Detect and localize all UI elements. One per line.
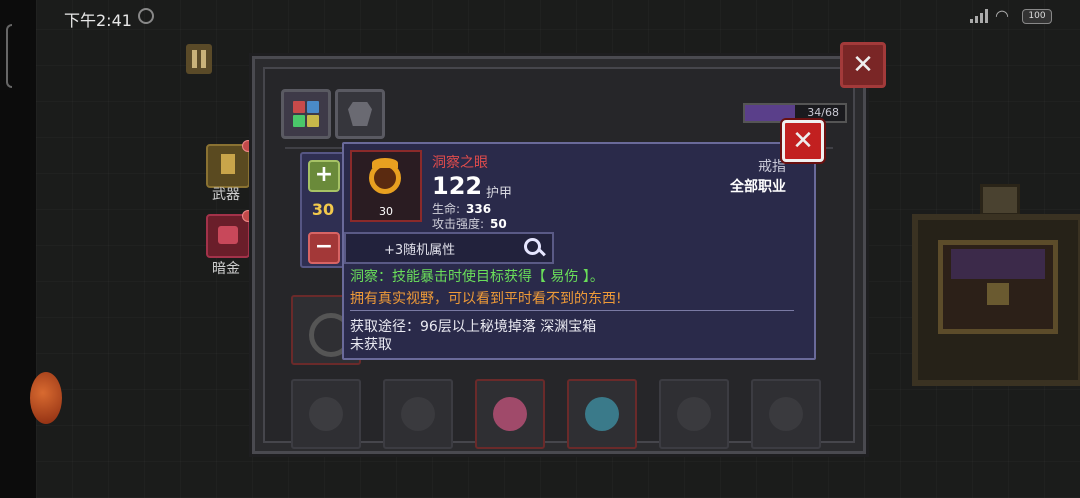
quantity-stepper: + 30 − xyxy=(300,152,346,268)
tooltip-divider xyxy=(350,310,794,311)
weapon-icon xyxy=(221,154,235,174)
item-icon-frame: 30 xyxy=(350,150,422,222)
settings-status-icon xyxy=(138,8,154,24)
random-attributes-label: +3随机属性 xyxy=(384,243,456,258)
increase-button[interactable]: + xyxy=(308,160,340,192)
status-bar: 下午2:41 ◠ 100 xyxy=(0,0,1080,32)
stat-label: 攻击强度: xyxy=(432,217,485,231)
item-silhouette-icon xyxy=(309,397,343,431)
inventory-slot[interactable] xyxy=(751,379,821,449)
magnifier-icon xyxy=(524,238,541,255)
item-silhouette-icon xyxy=(677,397,711,431)
item-silhouette-icon xyxy=(401,397,435,431)
item-source: 获取途径：96层以上秘境掉落 深渊宝箱 xyxy=(350,319,597,335)
stat-value: 336 xyxy=(466,202,492,216)
panel-close-button[interactable]: ✕ xyxy=(840,42,886,88)
decrease-button[interactable]: − xyxy=(308,232,340,264)
armor-icon xyxy=(348,102,372,126)
stat-row: 攻击强度: 50 xyxy=(432,215,507,232)
item-quantity: 30 xyxy=(379,205,393,218)
edge-handle xyxy=(6,24,12,88)
inventory-slot[interactable] xyxy=(475,379,545,449)
effect-description: 拥有真实视野，可以看到平时看不到的东西! xyxy=(350,291,622,307)
weapon-tab-label: 武器 xyxy=(212,187,240,203)
helmet-icon xyxy=(493,397,527,431)
dark-gold-tab-label: 暗金 xyxy=(212,261,240,277)
grid-icon xyxy=(293,101,319,127)
lock-icon xyxy=(987,283,1009,305)
capacity-text: 34/68 xyxy=(807,106,839,119)
minus-icon: − xyxy=(314,234,334,259)
pause-button[interactable] xyxy=(186,44,212,74)
game-scene: 下午2:41 ◠ 100 武器 暗金 34/68 ✕ + 30 − 30 洞察之… xyxy=(0,0,1080,498)
battery-icon: 100 xyxy=(1022,9,1052,24)
tooltip-close-button[interactable]: ✕ xyxy=(782,120,824,162)
item-class: 全部职业 xyxy=(730,179,786,195)
chest-icon xyxy=(218,226,238,244)
random-attributes-button[interactable]: +3随机属性 xyxy=(344,232,554,264)
wifi-icon: ◠ xyxy=(995,6,1009,25)
inventory-slot[interactable] xyxy=(291,379,361,449)
acquired-status: 未获取 xyxy=(350,337,392,353)
item-power: 122 xyxy=(432,172,483,200)
item-power-unit: 护甲 xyxy=(486,186,513,201)
inventory-slot[interactable] xyxy=(659,379,729,449)
tab-armor[interactable] xyxy=(335,89,385,139)
inventory-slot[interactable] xyxy=(567,379,637,449)
item-name: 洞察之眼 xyxy=(432,155,488,171)
amulet-icon xyxy=(585,397,619,431)
signal-icon xyxy=(970,9,988,23)
item-tooltip: 30 洞察之眼 122 护甲 生命: 336 攻击强度: 50 戒指 全部职业 +3… xyxy=(342,142,816,360)
plus-icon: + xyxy=(314,162,334,187)
stat-value: 50 xyxy=(490,217,507,231)
special-effect: 洞察：技能暴击时使目标获得【 易伤 】。 xyxy=(350,269,604,285)
skill-orb-icon[interactable] xyxy=(30,372,62,424)
status-time: 下午2:41 xyxy=(64,11,132,30)
inventory-slot[interactable] xyxy=(383,379,453,449)
close-icon: ✕ xyxy=(852,50,874,80)
stat-label: 生命: xyxy=(432,202,461,216)
speech-bubble-icon xyxy=(980,184,1020,216)
quantity-value: 30 xyxy=(311,200,335,219)
close-icon: ✕ xyxy=(792,126,814,156)
tab-all-items[interactable] xyxy=(281,89,331,139)
screen-edge xyxy=(0,0,36,498)
item-silhouette-icon xyxy=(769,397,803,431)
background-chest xyxy=(912,214,1080,386)
ring-icon xyxy=(369,158,401,194)
